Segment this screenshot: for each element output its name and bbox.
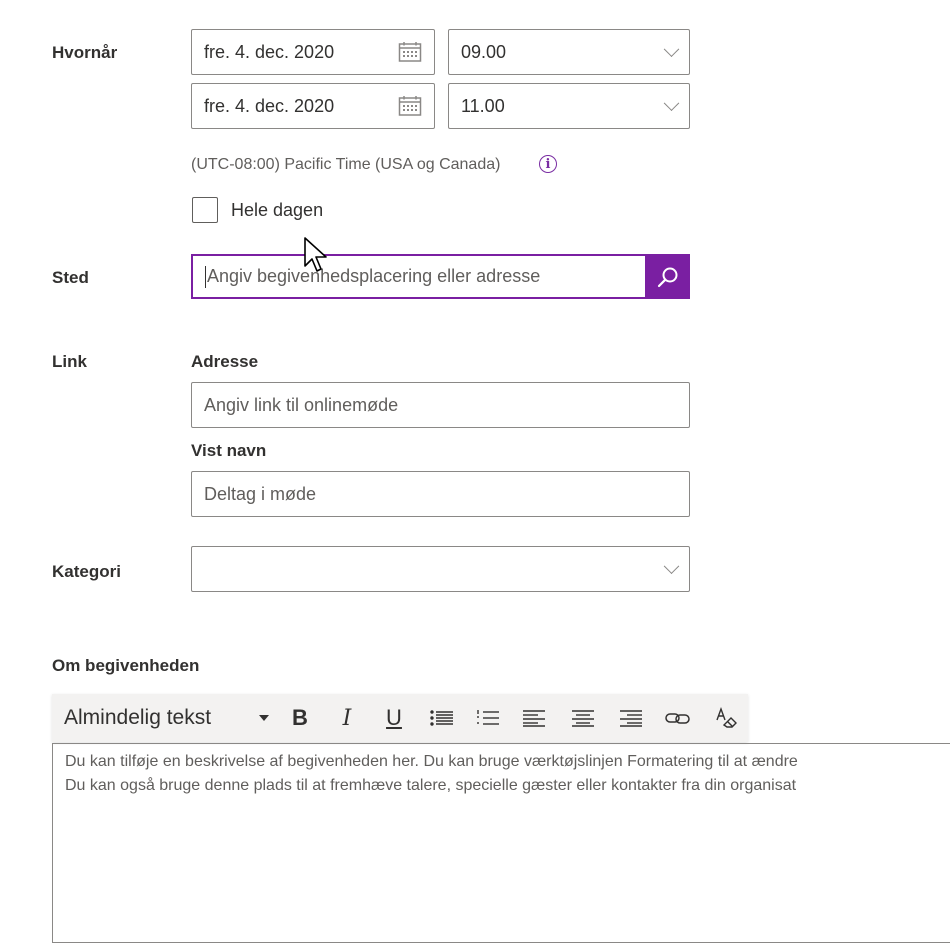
align-right-icon[interactable] — [617, 694, 645, 742]
address-input[interactable]: Angiv link til onlinemøde — [191, 382, 690, 428]
start-time-value: 09.00 — [461, 41, 507, 62]
end-time-select[interactable]: 11.00 — [448, 83, 690, 129]
category-select[interactable] — [191, 546, 690, 592]
editor-line: Du kan tilføje en beskrivelse af begiven… — [65, 753, 798, 770]
display-name-placeholder: Deltag i møde — [204, 483, 317, 504]
underline-button[interactable]: U — [379, 694, 409, 742]
editor-line: Du kan også bruge denne plads til at fre… — [65, 777, 797, 794]
all-day-label: Hele dagen — [231, 200, 324, 220]
start-date-field[interactable]: fre. 4. dec. 2020 — [191, 29, 435, 75]
text-caret — [205, 265, 206, 288]
link-label: Link — [52, 352, 87, 371]
end-time-value: 11.00 — [461, 95, 505, 116]
numbered-list-icon[interactable] — [474, 694, 502, 742]
calendar-icon[interactable] — [398, 41, 422, 63]
chevron-down-icon — [663, 41, 680, 58]
display-name-label: Vist navn — [191, 441, 267, 460]
start-date-value: fre. 4. dec. 2020 — [204, 41, 335, 62]
link-icon[interactable] — [664, 694, 692, 742]
align-center-icon[interactable] — [569, 694, 597, 742]
search-icon — [657, 267, 677, 287]
calendar-icon[interactable] — [398, 95, 422, 117]
location-placeholder: Angiv begivenhedsplacering eller adresse — [207, 266, 541, 286]
description-editor[interactable]: Du kan tilføje en beskrivelse af begiven… — [52, 743, 950, 943]
clear-formatting-icon[interactable] — [712, 694, 740, 742]
mouse-pointer-icon — [304, 237, 327, 272]
chevron-down-icon — [663, 95, 680, 112]
address-placeholder: Angiv link til onlinemøde — [204, 394, 399, 415]
chevron-down-icon — [663, 558, 680, 575]
italic-button[interactable]: I — [332, 694, 362, 742]
location-label: Sted — [52, 268, 89, 287]
display-name-input[interactable]: Deltag i møde — [191, 471, 690, 517]
text-style-select[interactable]: Almindelig tekst — [64, 694, 284, 742]
bullet-list-icon[interactable] — [428, 694, 456, 742]
all-day-checkbox[interactable] — [192, 197, 218, 223]
bold-button[interactable]: B — [285, 694, 315, 742]
info-icon[interactable]: i — [539, 155, 557, 173]
category-label: Kategori — [52, 562, 121, 581]
formatting-toolbar: Almindelig tekst B I U — [52, 694, 748, 742]
end-date-field[interactable]: fre. 4. dec. 2020 — [191, 83, 435, 129]
start-time-select[interactable]: 09.00 — [448, 29, 690, 75]
end-date-value: fre. 4. dec. 2020 — [204, 95, 335, 116]
location-search-button[interactable] — [645, 254, 690, 299]
about-label: Om begivenheden — [52, 656, 200, 675]
location-input[interactable]: Angiv begivenhedsplacering eller adresse — [191, 254, 646, 299]
caret-down-icon[interactable] — [255, 694, 273, 742]
text-style-value: Almindelig tekst — [64, 706, 212, 729]
when-label: Hvornår — [52, 43, 118, 62]
align-left-icon[interactable] — [520, 694, 548, 742]
timezone-text: (UTC-08:00) Pacific Time (USA og Canada) — [191, 156, 501, 173]
address-label: Adresse — [191, 352, 259, 371]
